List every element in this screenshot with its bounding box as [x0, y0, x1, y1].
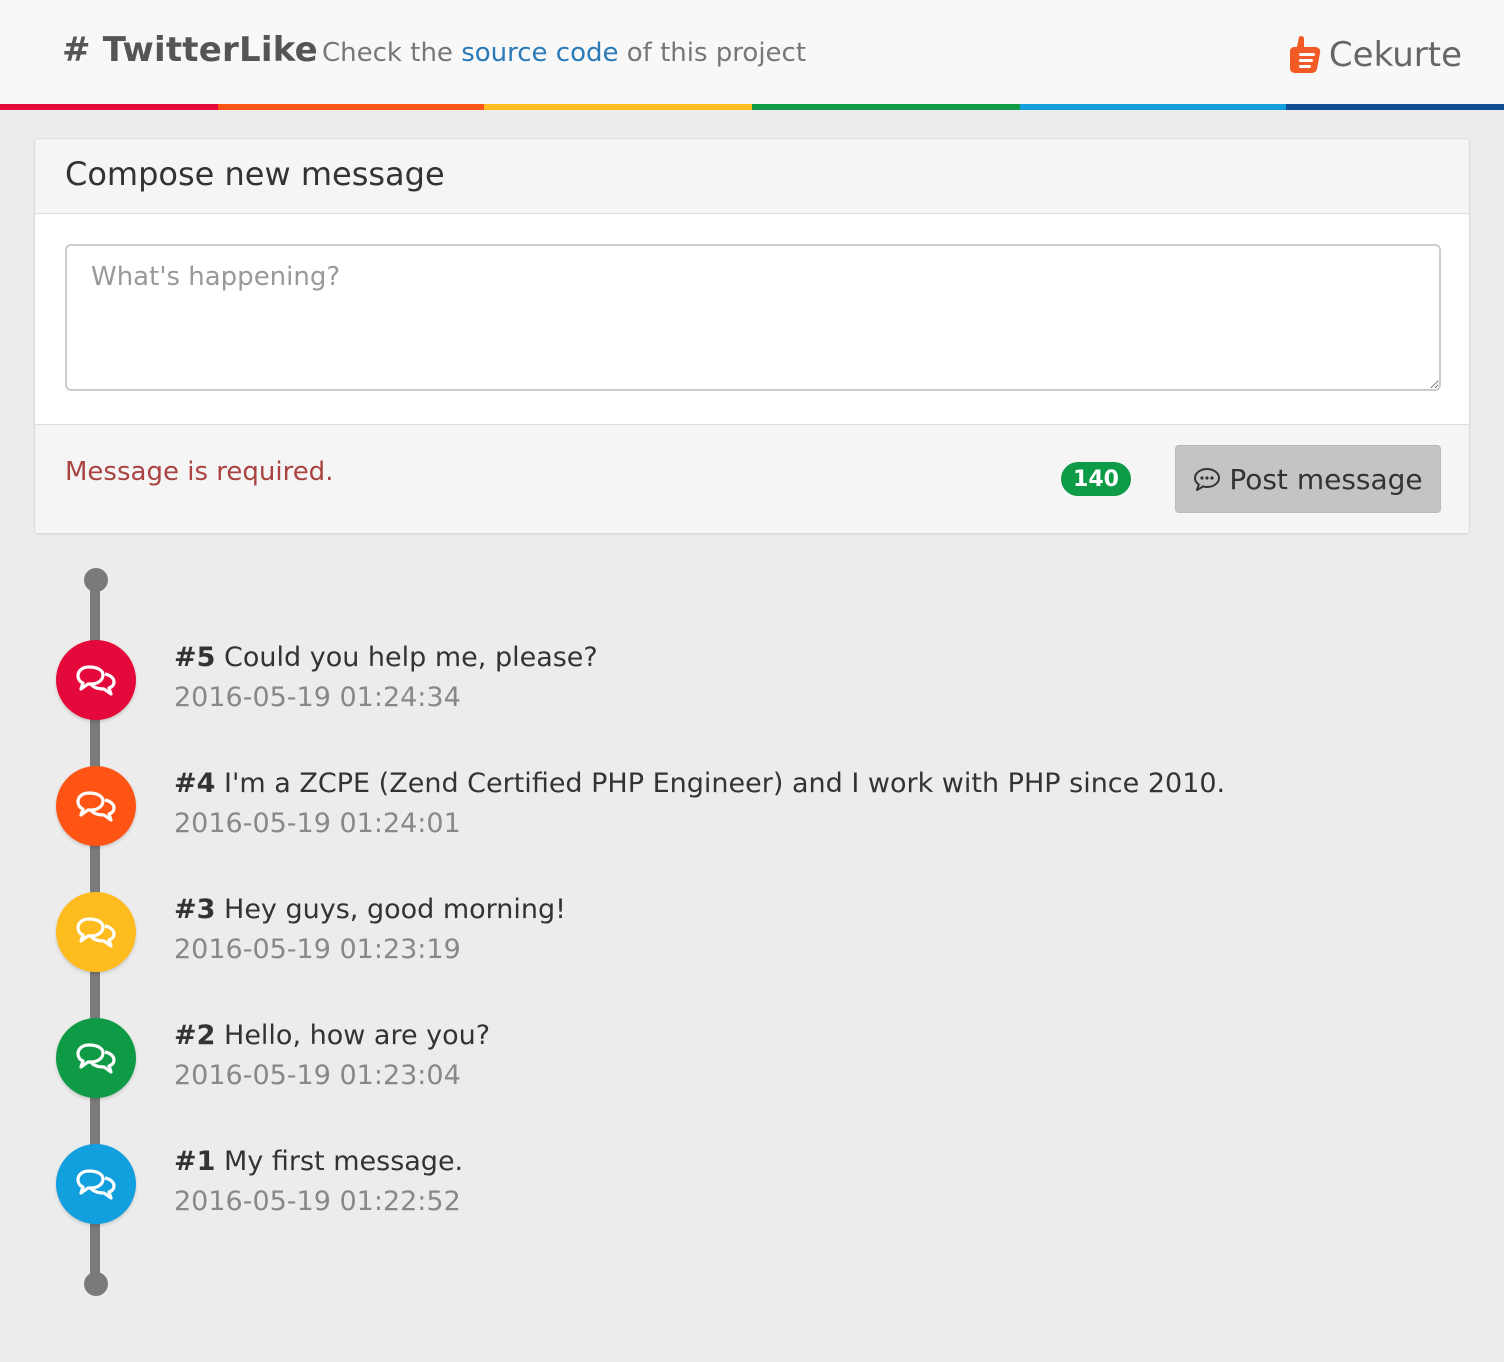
navbar: # TwitterLike Check the source code of t…	[0, 0, 1504, 104]
timeline-start-dot	[84, 568, 108, 592]
color-stripe	[0, 104, 1504, 110]
timeline-item: #3 Hey guys, good morning! 2016-05-19 01…	[0, 892, 1400, 992]
timeline-item-badge	[56, 1144, 136, 1224]
message-id: #4	[174, 768, 216, 799]
message-body: Hey guys, good morning!	[224, 894, 566, 925]
compose-body	[35, 214, 1469, 424]
timeline-item: #4 I'm a ZCPE (Zend Certified PHP Engine…	[0, 766, 1400, 866]
message-body: Could you help me, please?	[224, 642, 598, 673]
comments-icon	[76, 1169, 116, 1200]
stripe-segment	[484, 104, 752, 110]
message-text: #1 My first message.	[174, 1146, 463, 1177]
message-body: Hello, how are you?	[224, 1020, 491, 1051]
compose-footer: Message is required. 140 Post message	[35, 424, 1469, 533]
logo-text: Cekurte	[1328, 35, 1462, 75]
message-id: #1	[174, 1146, 216, 1177]
compose-title: Compose new message	[35, 139, 1469, 214]
comment-icon	[1194, 468, 1221, 491]
stripe-segment	[218, 104, 484, 110]
timeline-item-badge	[56, 640, 136, 720]
comments-icon	[76, 1043, 116, 1074]
message-text: #5 Could you help me, please?	[174, 642, 598, 673]
timeline-end-dot	[84, 1272, 108, 1296]
message-timestamp: 2016-05-19 01:23:19	[174, 934, 461, 965]
timeline-item: #1 My first message. 2016-05-19 01:22:52	[0, 1144, 1400, 1244]
message-text: #2 Hello, how are you?	[174, 1020, 490, 1051]
source-code-link[interactable]: source code	[461, 38, 618, 68]
stripe-segment	[752, 104, 1020, 110]
post-message-label: Post message	[1229, 462, 1423, 496]
message-timestamp: 2016-05-19 01:22:52	[174, 1186, 461, 1217]
message-body: I'm a ZCPE (Zend Certified PHP Engineer)…	[224, 768, 1226, 799]
message-timestamp: 2016-05-19 01:23:04	[174, 1060, 461, 1091]
comments-icon	[76, 665, 116, 696]
message-timestamp: 2016-05-19 01:24:34	[174, 682, 461, 713]
tagline-prefix: Check the	[322, 38, 462, 68]
timeline-item-badge	[56, 892, 136, 972]
timeline-item: #5 Could you help me, please? 2016-05-19…	[0, 640, 1400, 740]
message-id: #3	[174, 894, 216, 925]
compose-panel: Compose new message Message is required.…	[34, 138, 1470, 534]
message-timestamp: 2016-05-19 01:24:01	[174, 808, 461, 839]
stripe-segment	[1020, 104, 1286, 110]
validation-error: Message is required.	[65, 457, 334, 487]
comments-icon	[76, 791, 116, 822]
character-counter-badge: 140	[1061, 462, 1131, 496]
brand-title[interactable]: # TwitterLike	[62, 30, 318, 70]
message-text: #3 Hey guys, good morning!	[174, 894, 566, 925]
message-id: #5	[174, 642, 216, 673]
message-text: #4 I'm a ZCPE (Zend Certified PHP Engine…	[174, 768, 1225, 799]
cekurte-logo[interactable]: Cekurte	[1287, 30, 1462, 80]
message-id: #2	[174, 1020, 216, 1051]
comments-icon	[76, 917, 116, 948]
tagline-suffix: of this project	[618, 38, 807, 68]
timeline-item-badge	[56, 766, 136, 846]
message-body: My first message.	[224, 1146, 464, 1177]
stripe-segment	[1286, 104, 1504, 110]
timeline-item-badge	[56, 1018, 136, 1098]
timeline-item: #2 Hello, how are you? 2016-05-19 01:23:…	[0, 1018, 1400, 1118]
post-message-button[interactable]: Post message	[1175, 445, 1441, 513]
tagline: Check the source code of this project	[322, 38, 806, 68]
thumbs-up-icon	[1289, 35, 1321, 73]
message-textarea[interactable]	[65, 244, 1441, 391]
stripe-segment	[0, 104, 218, 110]
